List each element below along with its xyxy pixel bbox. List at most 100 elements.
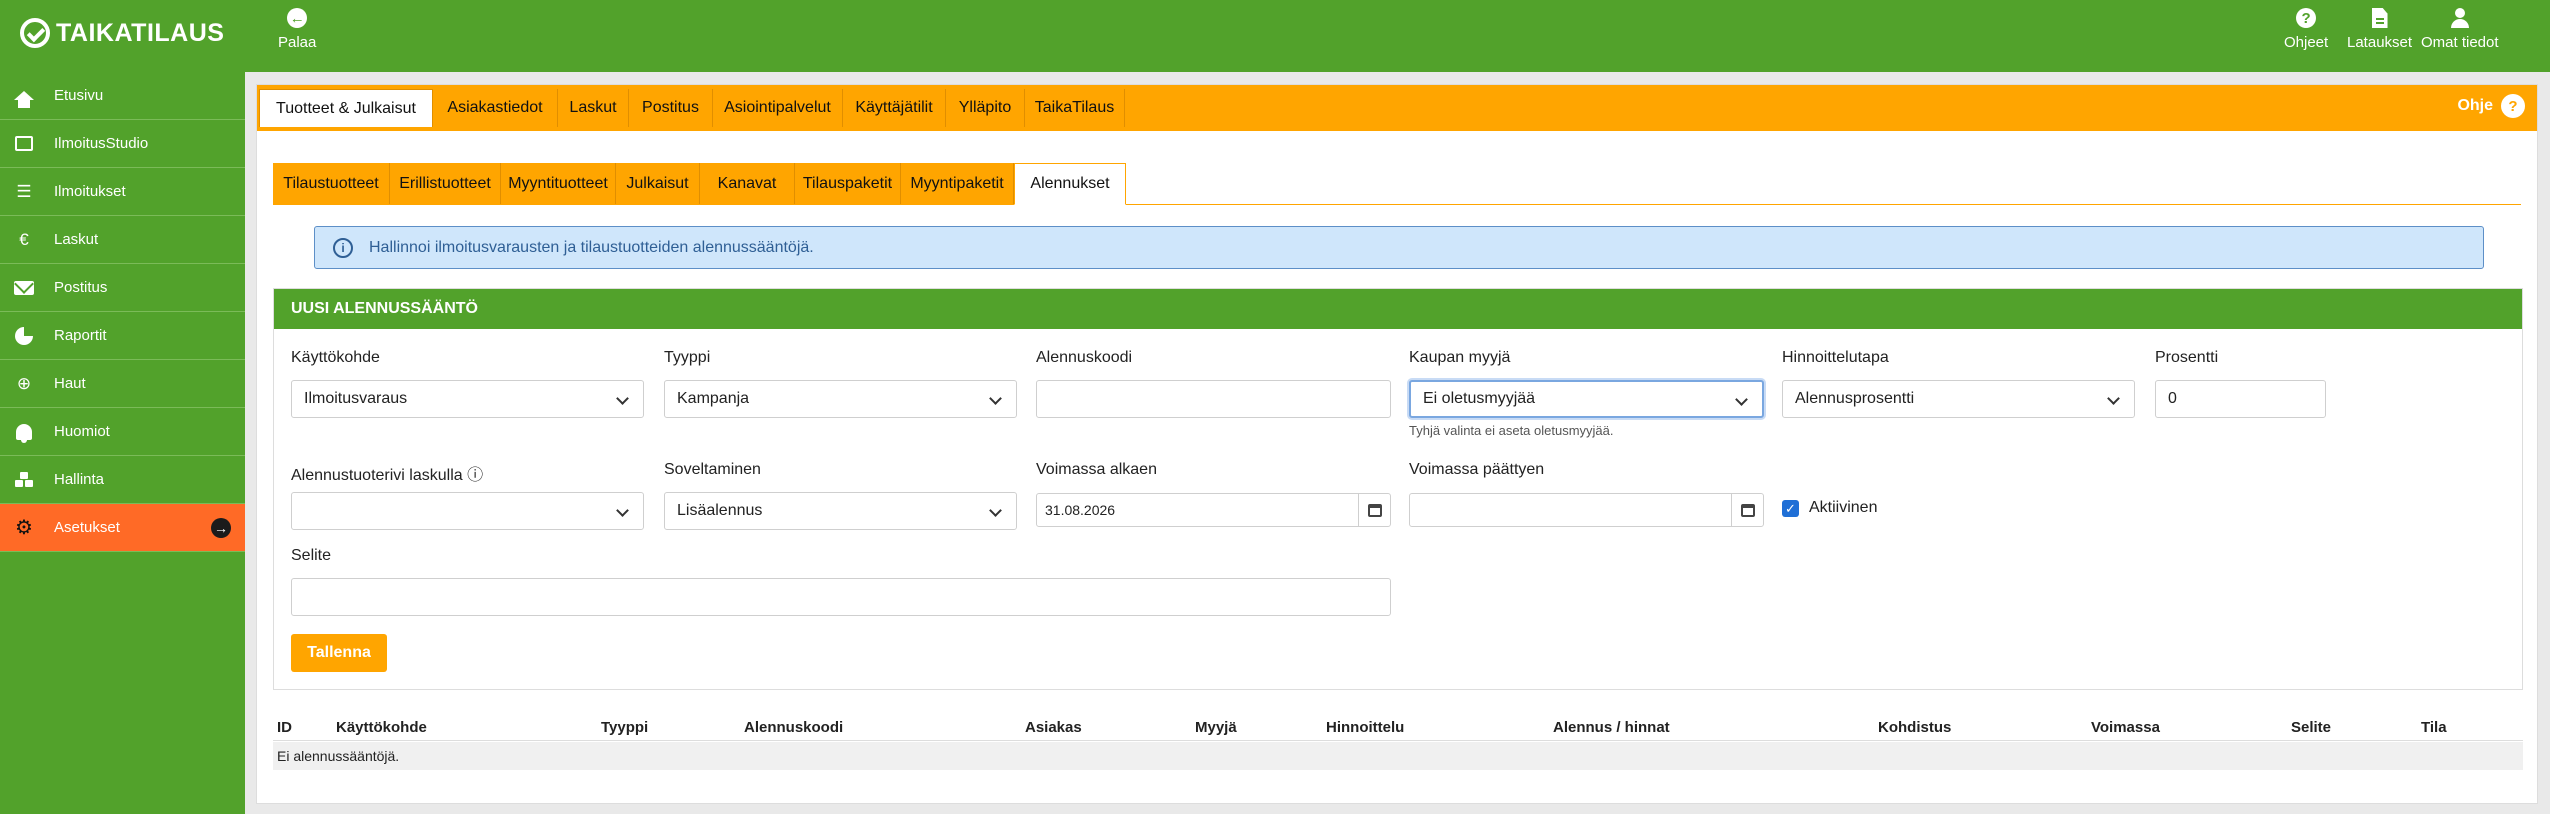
alennuskoodi-input[interactable] [1036,380,1391,418]
calendar-icon[interactable] [1358,494,1390,526]
help-link[interactable]: ? Ohjeet [2284,8,2328,51]
sidebar-item-hallinta[interactable]: Hallinta [0,456,245,504]
subtab-myyntituotteet[interactable]: Myyntituotteet [501,163,616,204]
tab-yllapito[interactable]: Ylläpito [946,89,1025,127]
sidebar-item-label: Postitus [54,279,108,296]
logo[interactable]: TAIKATILAUS [20,14,224,52]
profile-link[interactable]: Omat tiedot [2421,8,2499,51]
voimassa-alkaen-input[interactable]: 31.08.2026 [1036,493,1391,527]
tyyppi-label: Tyyppi [664,349,711,366]
sidebar-item-label: Ilmoitukset [54,183,126,200]
sidebar-item-label: Laskut [54,231,99,248]
info-alert: i Hallinnoi ilmoitusvarausten ja tilaust… [314,226,2484,269]
arrow-right-icon: → [211,518,231,538]
downloads-link[interactable]: Lataukset [2347,8,2412,51]
sub-tab-bar: Tilaustuotteet Erillistuotteet Myyntituo… [273,163,2521,205]
subtab-myyntipaketit[interactable]: Myyntipaketit [901,163,1014,204]
subtab-erillistuotteet[interactable]: Erillistuotteet [390,163,501,204]
cubes-icon [14,470,34,490]
selite-label: Selite [291,547,332,564]
col-tila[interactable]: Tila [2421,719,2447,736]
subtab-tilauspaketit[interactable]: Tilauspaketit [795,163,901,204]
hinnoittelutapa-select[interactable]: Alennusprosentti [1782,380,2135,418]
subtab-tilaustuotteet[interactable]: Tilaustuotteet [273,163,390,204]
brand-name: TAIKATILAUS [56,18,225,47]
tab-laskut[interactable]: Laskut [558,89,629,127]
sidebar-item-raportit[interactable]: Raportit [0,312,245,360]
kaupan-myyja-value: Ei oletusmyyjää [1423,390,1536,407]
prosentti-value: 0 [2168,390,2177,407]
col-kohdistus[interactable]: Kohdistus [1878,719,1951,736]
sidebar: Etusivu IlmoitusStudio ☰ Ilmoitukset € L… [0,72,245,814]
euro-icon: € [19,229,29,249]
col-voimassa[interactable]: Voimassa [2091,719,2160,736]
kayttokohde-select[interactable]: Ilmoitusvaraus [291,380,644,418]
tyyppi-select[interactable]: Kampanja [664,380,1017,418]
calendar-icon[interactable] [1731,494,1763,526]
col-hinnoittelu[interactable]: Hinnoittelu [1326,719,1404,736]
subtab-alennukset[interactable]: Alennukset [1014,163,1126,205]
col-alennus-hinnat[interactable]: Alennus / hinnat [1553,719,1670,736]
voimassa-alkaen-label: Voimassa alkaen [1036,461,1157,478]
alennuskoodi-label: Alennuskoodi [1036,349,1133,366]
search-plus-icon: ⊕ [16,373,32,393]
sidebar-item-huomiot[interactable]: Huomiot [0,408,245,456]
soveltaminen-select[interactable]: Lisäalennus [664,492,1017,530]
home-icon [14,86,34,108]
form-title: UUSI ALENNUSSÄÄNTÖ [274,289,2522,329]
help-button[interactable]: Ohje ? [2457,94,2525,118]
table-empty-row: Ei alennussääntöjä. [273,742,2523,770]
sidebar-item-label: Etusivu [54,87,104,104]
back-button[interactable]: ← Palaa [278,8,316,51]
col-myyja[interactable]: Myyjä [1195,719,1237,736]
subtab-kanavat[interactable]: Kanavat [700,163,795,204]
table-header: ID Käyttökohde Tyyppi Alennuskoodi Asiak… [273,713,2523,741]
sidebar-item-ilmoitukset[interactable]: ☰ Ilmoitukset [0,168,245,216]
info-icon: i [333,237,353,258]
newspaper-icon [14,134,34,154]
sidebar-item-ilmoitusstudio[interactable]: IlmoitusStudio [0,120,245,168]
aktiivinen-label: Aktiivinen [1809,499,1878,516]
col-alennuskoodi[interactable]: Alennuskoodi [744,719,843,736]
document-icon [2371,8,2388,28]
sidebar-item-postitus[interactable]: Postitus [0,264,245,312]
col-asiakas[interactable]: Asiakas [1025,719,1082,736]
tab-asiointipalvelut[interactable]: Asiointipalvelut [713,89,843,127]
arrow-left-icon: ← [287,8,308,28]
col-selite[interactable]: Selite [2291,719,2331,736]
sidebar-item-label: Hallinta [54,471,105,488]
tab-postitus[interactable]: Postitus [629,89,713,127]
sidebar-item-haut[interactable]: ⊕ Haut [0,360,245,408]
hinnoittelutapa-label: Hinnoittelutapa [1782,349,1889,366]
prosentti-input[interactable]: 0 [2155,380,2326,418]
tab-tuotteet-julkaisut[interactable]: Tuotteet & Julkaisut [259,89,433,127]
alennustuoterivi-select[interactable] [291,492,644,530]
aktiivinen-checkbox[interactable]: ✓ [1782,500,1799,517]
sidebar-item-asetukset[interactable]: ⚙ Asetukset → [0,504,245,552]
sidebar-item-etusivu[interactable]: Etusivu [0,72,245,120]
help-link-label: Ohjeet [2284,34,2329,51]
alennustuoterivi-label: Alennustuoterivi laskulla ⓘ [291,467,484,484]
subtab-julkaisut[interactable]: Julkaisut [616,163,700,204]
question-circle-icon: ? [2296,8,2317,28]
voimassa-paattyen-input[interactable] [1409,493,1764,527]
soveltaminen-value: Lisäalennus [677,502,763,519]
selite-input[interactable] [291,578,1391,616]
soveltaminen-label: Soveltaminen [664,461,761,478]
bell-icon [14,422,34,443]
col-kayttokohde[interactable]: Käyttökohde [336,719,427,736]
tab-kayttajatilit[interactable]: Käyttäjätilit [843,89,946,127]
tab-asiakastiedot[interactable]: Asiakastiedot [433,89,558,127]
voimassa-paattyen-label: Voimassa päättyen [1409,461,1545,478]
back-label: Palaa [278,34,317,51]
sidebar-item-label: Haut [54,375,86,392]
kaupan-myyja-select[interactable]: Ei oletusmyyjää [1409,380,1764,418]
col-tyyppi[interactable]: Tyyppi [601,719,648,736]
list-indent-icon: ☰ [16,181,32,201]
save-button[interactable]: Tallenna [291,634,387,672]
tab-taikatilaus[interactable]: TaikaTilaus [1025,89,1125,127]
sidebar-item-laskut[interactable]: € Laskut [0,216,245,264]
profile-link-label: Omat tiedot [2421,34,2499,51]
main-card: Tuotteet & Julkaisut Asiakastiedot Lasku… [256,84,2538,804]
col-id[interactable]: ID [277,719,292,736]
